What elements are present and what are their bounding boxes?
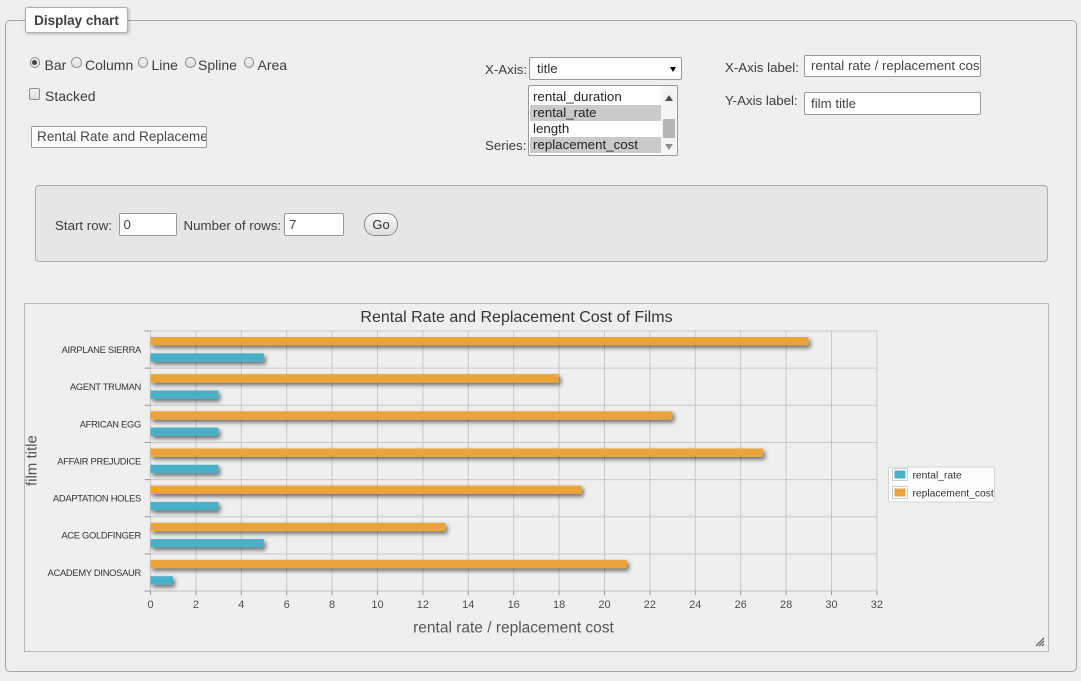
svg-text:32: 32 — [871, 599, 883, 611]
svg-text:0: 0 — [147, 599, 153, 611]
svg-text:26: 26 — [735, 599, 747, 611]
svg-text:28: 28 — [780, 599, 792, 611]
svg-text:2: 2 — [193, 599, 199, 611]
svg-text:24: 24 — [689, 599, 701, 611]
svg-text:AFFAIR PREJUDICE: AFFAIR PREJUDICE — [57, 455, 141, 466]
svg-text:12: 12 — [417, 599, 429, 611]
svg-text:AIRPLANE SIERRA: AIRPLANE SIERRA — [62, 344, 142, 355]
svg-text:20: 20 — [598, 599, 610, 611]
svg-text:8: 8 — [329, 599, 335, 611]
svg-text:30: 30 — [825, 599, 837, 611]
svg-text:16: 16 — [508, 599, 520, 611]
svg-text:10: 10 — [371, 599, 383, 611]
svg-text:rental rate / replacement cost: rental rate / replacement cost — [413, 620, 614, 637]
svg-text:film title: film title — [24, 435, 41, 486]
svg-text:Rental Rate and Replacement Co: Rental Rate and Replacement Cost of Film… — [360, 309, 672, 326]
svg-text:rental_rate: rental_rate — [913, 470, 963, 481]
svg-text:ADAPTATION HOLES: ADAPTATION HOLES — [53, 493, 141, 504]
svg-text:14: 14 — [462, 599, 474, 611]
svg-text:AFRICAN EGG: AFRICAN EGG — [80, 418, 141, 429]
svg-text:18: 18 — [553, 599, 565, 611]
svg-text:ACE GOLDFINGER: ACE GOLDFINGER — [61, 530, 141, 541]
svg-text:4: 4 — [238, 599, 244, 611]
svg-text:6: 6 — [284, 599, 290, 611]
svg-text:AGENT TRUMAN: AGENT TRUMAN — [70, 381, 141, 392]
svg-text:ACADEMY DINOSAUR: ACADEMY DINOSAUR — [48, 567, 142, 578]
svg-text:22: 22 — [644, 599, 656, 611]
svg-text:replacement_cost: replacement_cost — [913, 488, 994, 499]
